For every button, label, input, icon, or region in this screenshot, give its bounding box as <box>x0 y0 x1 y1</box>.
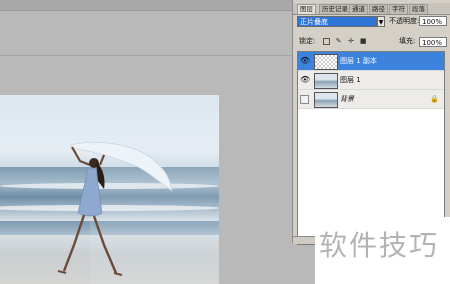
layer-row[interactable]: 👁 图层 1 副本 <box>298 52 444 71</box>
layer-thumbnail <box>314 92 338 108</box>
layers-list: 👁 图层 1 副本 👁 图层 1 背景 🔒 <box>297 51 445 245</box>
tab-history[interactable]: 历史记录 <box>319 4 351 14</box>
lock-move-icon[interactable]: ✛ <box>347 37 354 45</box>
lock-brush-icon[interactable]: ✎ <box>335 37 342 45</box>
visibility-toggle-off[interactable] <box>300 95 309 104</box>
tab-character[interactable]: 字符 <box>389 4 408 14</box>
watermark: 软件技巧 <box>315 217 450 284</box>
lock-icon: 🔒 <box>430 95 439 103</box>
fill-label: 填充: <box>399 37 416 45</box>
opacity-input[interactable]: 100% <box>419 16 447 26</box>
layer-row[interactable]: 背景 🔒 <box>298 90 444 109</box>
fill-input[interactable]: 100% <box>419 37 447 47</box>
layer-name: 图层 1 副本 <box>340 57 377 65</box>
tab-paths[interactable]: 路径 <box>369 4 388 14</box>
tab-channels[interactable]: 通道 <box>349 4 368 14</box>
document-canvas[interactable] <box>0 95 219 284</box>
blend-mode-select[interactable]: 正片叠底 <box>297 16 377 27</box>
lock-transparent-icon[interactable] <box>323 37 330 45</box>
eye-icon[interactable]: 👁 <box>300 57 310 65</box>
tab-paragraph[interactable]: 段落 <box>409 4 428 14</box>
layer-name: 图层 1 <box>340 76 361 84</box>
lock-icons: ✎ ✛ ■ <box>323 37 370 46</box>
layers-panel: 图层 历史记录 通道 路径 字符 段落 正片叠底 ▼ 不透明度: 100% 锁定… <box>292 0 450 245</box>
lock-label: 锁定: <box>299 37 316 45</box>
eye-icon[interactable]: 👁 <box>300 76 310 84</box>
layer-row[interactable]: 👁 图层 1 <box>298 71 444 90</box>
opacity-label: 不透明度: <box>389 17 420 25</box>
woman-silhouette <box>57 141 173 276</box>
layer-name: 背景 <box>340 95 354 103</box>
lock-all-icon[interactable]: ■ <box>360 37 367 45</box>
watermark-text: 软件技巧 <box>319 229 440 262</box>
divider <box>0 55 292 56</box>
layer-thumbnail <box>314 54 338 70</box>
tab-layers[interactable]: 图层 <box>297 4 316 14</box>
panel-tabs: 图层 历史记录 通道 路径 字符 段落 <box>293 3 450 15</box>
chevron-down-icon[interactable]: ▼ <box>377 16 385 27</box>
layer-thumbnail <box>314 73 338 89</box>
